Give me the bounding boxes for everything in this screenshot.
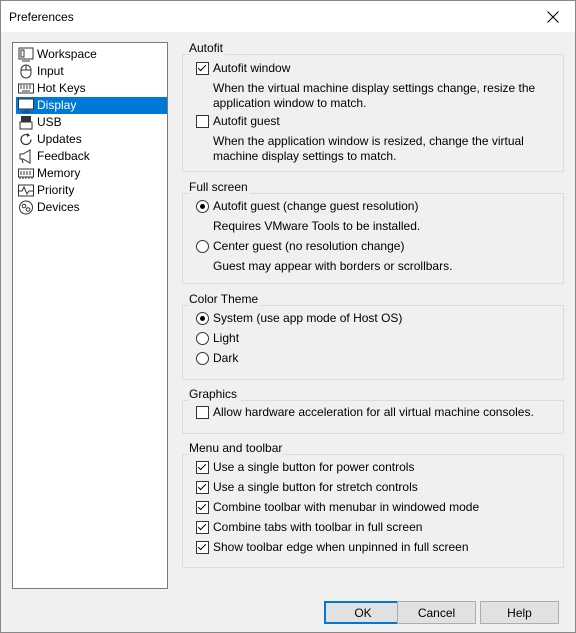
fullscreen-autofit-label: Autofit guest (change guest resolution) xyxy=(213,199,419,213)
combine-tabs-toolbar-label: Combine tabs with toolbar in full screen xyxy=(213,520,423,534)
sidebar-item-display[interactable]: Display xyxy=(16,97,167,114)
single-stretch-button-check[interactable] xyxy=(196,480,209,494)
fullscreen-center-radio[interactable]: Center guest (no resolution change) xyxy=(196,238,404,254)
autofit-window-label: Autofit window xyxy=(213,61,291,75)
megaphone-icon xyxy=(19,149,31,164)
theme-dark-label: Dark xyxy=(213,351,239,365)
pulse-icon xyxy=(18,184,34,197)
theme-light-radio-dot[interactable] xyxy=(196,331,209,345)
cancel-button[interactable]: Cancel xyxy=(397,601,476,624)
combine-toolbar-menubar-checkbox[interactable]: Combine toolbar with menubar in windowed… xyxy=(196,499,479,515)
autofit-window-desc: When the virtual machine display setting… xyxy=(213,81,536,110)
theme-system-label: System (use app mode of Host OS) xyxy=(213,311,403,325)
usb-icon xyxy=(19,116,33,130)
category-list[interactable]: Workspace Input Hot Keys Display USB Upd… xyxy=(12,42,168,589)
single-stretch-button-label: Use a single button for stretch controls xyxy=(213,480,418,494)
autofit-group-title: Autofit xyxy=(189,41,226,55)
single-power-button-check[interactable] xyxy=(196,460,209,474)
single-stretch-button-checkbox[interactable]: Use a single button for stretch controls xyxy=(196,479,418,495)
sidebar-item-label: Feedback xyxy=(37,149,90,163)
autofit-guest-label: Autofit guest xyxy=(213,114,280,128)
autofit-window-check[interactable] xyxy=(196,61,209,75)
sidebar-item-priority[interactable]: Priority xyxy=(16,182,167,199)
workspace-icon xyxy=(18,47,34,62)
fullscreen-center-desc: Guest may appear with borders or scrollb… xyxy=(213,259,453,273)
show-toolbar-edge-check[interactable] xyxy=(196,540,209,554)
color-theme-group-title: Color Theme xyxy=(189,292,261,306)
sidebar-item-input[interactable]: Input xyxy=(16,63,167,80)
mouse-icon xyxy=(20,64,32,79)
combine-tabs-toolbar-checkbox[interactable]: Combine tabs with toolbar in full screen xyxy=(196,519,422,535)
hw-accel-checkbox[interactable]: Allow hardware acceleration for all virt… xyxy=(196,404,534,420)
single-power-button-label: Use a single button for power controls xyxy=(213,460,415,474)
combine-tabs-toolbar-check[interactable] xyxy=(196,520,209,534)
show-toolbar-edge-checkbox[interactable]: Show toolbar edge when unpinned in full … xyxy=(196,539,469,555)
fullscreen-center-label: Center guest (no resolution change) xyxy=(213,239,405,253)
autofit-guest-checkbox[interactable]: Autofit guest xyxy=(196,113,280,129)
sidebar-item-label: Workspace xyxy=(37,47,97,61)
theme-system-radio-dot[interactable] xyxy=(196,311,209,325)
fullscreen-center-radio-dot[interactable] xyxy=(196,239,209,253)
sidebar-item-label: USB xyxy=(37,115,62,129)
sidebar-item-label: Display xyxy=(37,98,77,112)
hw-accel-check[interactable] xyxy=(196,405,209,419)
sidebar-item-workspace[interactable]: Workspace xyxy=(16,46,167,63)
show-toolbar-edge-label: Show toolbar edge when unpinned in full … xyxy=(213,540,469,554)
theme-light-label: Light xyxy=(213,331,240,345)
theme-light-radio[interactable]: Light xyxy=(196,330,239,346)
menu-toolbar-group-title: Menu and toolbar xyxy=(189,441,285,455)
refresh-icon xyxy=(20,133,32,146)
sidebar-item-label: Memory xyxy=(37,166,81,180)
fullscreen-group-title: Full screen xyxy=(189,180,250,194)
window-title: Preferences xyxy=(9,10,74,24)
hw-accel-label: Allow hardware acceleration for all virt… xyxy=(213,405,534,419)
devices-icon xyxy=(19,200,33,215)
ok-button[interactable]: OK xyxy=(324,601,402,624)
theme-dark-radio-dot[interactable] xyxy=(196,351,209,365)
sidebar-item-label: Hot Keys xyxy=(37,81,86,95)
sidebar-item-usb[interactable]: USB xyxy=(16,114,167,131)
autofit-window-checkbox[interactable]: Autofit window xyxy=(196,60,290,76)
keyboard-icon xyxy=(18,83,34,94)
fullscreen-autofit-radio[interactable]: Autofit guest (change guest resolution) xyxy=(196,198,418,214)
autofit-guest-check[interactable] xyxy=(196,114,209,128)
sidebar-item-devices[interactable]: Devices xyxy=(16,199,167,216)
graphics-group-title: Graphics xyxy=(189,387,240,401)
sidebar-item-label: Devices xyxy=(37,200,80,214)
title-bar: Preferences xyxy=(1,1,575,32)
combine-toolbar-menubar-check[interactable] xyxy=(196,500,209,514)
help-button[interactable]: Help xyxy=(480,601,559,624)
sidebar-item-memory[interactable]: Memory xyxy=(16,165,167,182)
theme-dark-radio[interactable]: Dark xyxy=(196,350,238,366)
fullscreen-autofit-radio-dot[interactable] xyxy=(196,199,209,213)
fullscreen-autofit-desc: Requires VMware Tools to be installed. xyxy=(213,219,421,233)
sidebar-item-label: Input xyxy=(37,64,64,78)
single-power-button-checkbox[interactable]: Use a single button for power controls xyxy=(196,459,414,475)
sidebar-item-feedback[interactable]: Feedback xyxy=(16,148,167,165)
memory-icon xyxy=(18,168,34,179)
sidebar-item-updates[interactable]: Updates xyxy=(16,131,167,148)
sidebar-item-hot-keys[interactable]: Hot Keys xyxy=(16,80,167,97)
combine-toolbar-menubar-label: Combine toolbar with menubar in windowed… xyxy=(213,500,480,514)
sidebar-item-label: Priority xyxy=(37,183,75,197)
theme-system-radio[interactable]: System (use app mode of Host OS) xyxy=(196,310,402,326)
sidebar-item-label: Updates xyxy=(37,132,82,146)
monitor-icon xyxy=(18,98,34,113)
close-icon xyxy=(546,10,559,23)
autofit-guest-desc: When the application window is resized, … xyxy=(213,134,524,163)
close-button[interactable] xyxy=(530,1,575,32)
